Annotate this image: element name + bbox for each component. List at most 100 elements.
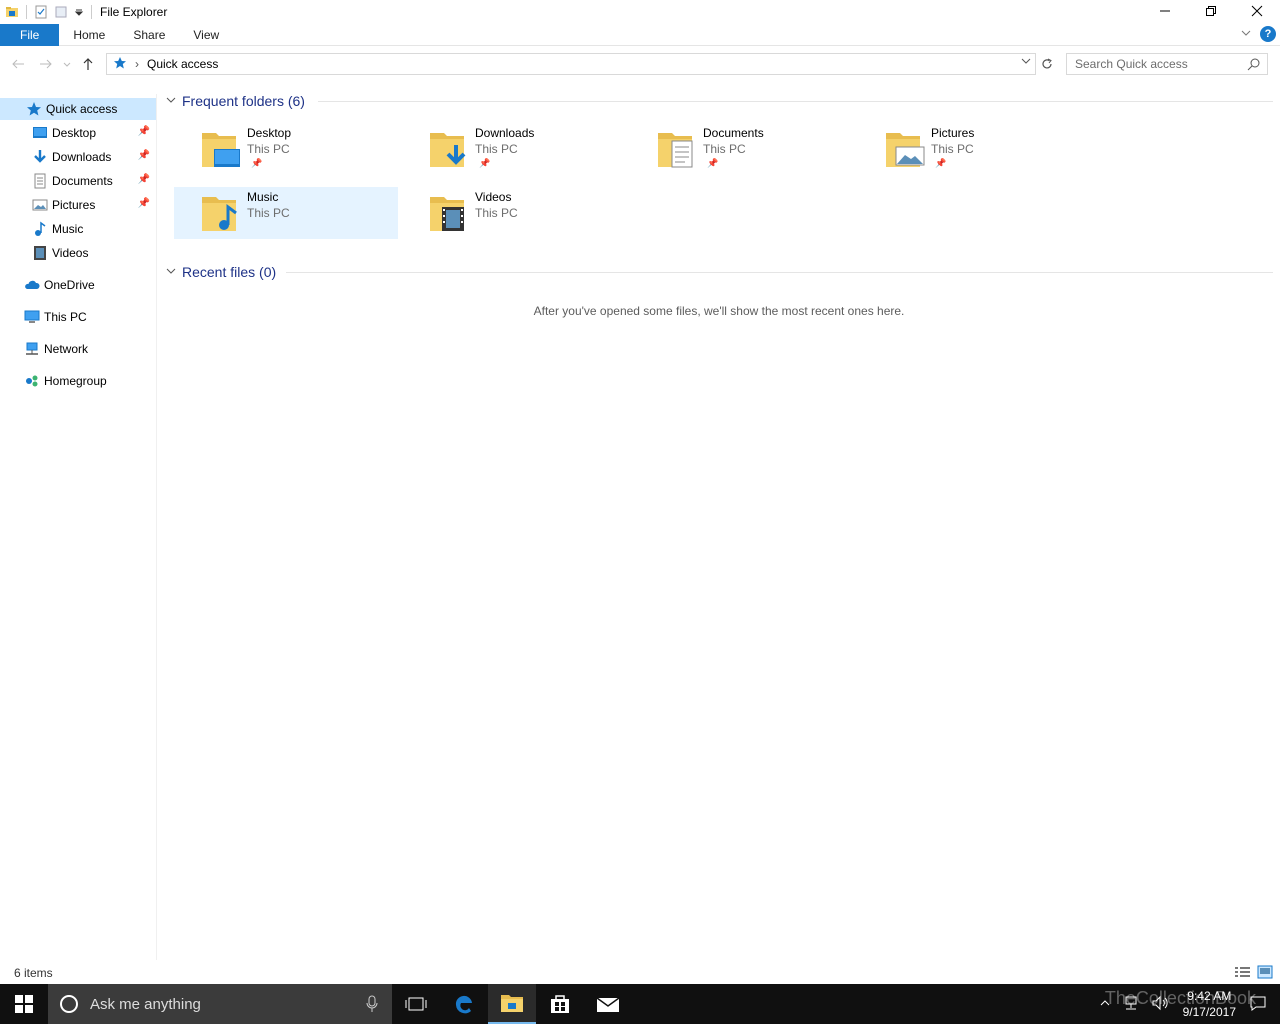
collapse-chevron-icon[interactable] [166, 266, 176, 279]
store-icon [551, 995, 569, 1013]
taskbar-edge[interactable] [440, 984, 488, 1024]
folder-location: This PC [475, 206, 518, 220]
breadcrumb-chevron-icon[interactable]: › [135, 57, 139, 71]
tab-view[interactable]: View [179, 24, 233, 46]
cortana-circle-icon [60, 995, 78, 1013]
minimize-button[interactable] [1142, 0, 1188, 22]
sidebar-item-label: OneDrive [44, 278, 95, 292]
address-row: › Quick access Search Quick access [0, 50, 1280, 78]
folder-tile-documents[interactable]: Documents This PC 📌 [630, 123, 854, 175]
desktop-icon [32, 125, 48, 141]
window-title: File Explorer [100, 5, 168, 19]
tab-share[interactable]: Share [119, 24, 179, 46]
sidebar-item-label: This PC [44, 310, 87, 324]
documents-icon [32, 173, 48, 189]
sidebar-item-label: Pictures [52, 198, 96, 212]
refresh-button[interactable] [1038, 53, 1056, 75]
title-bar: File Explorer [0, 0, 1280, 24]
search-input[interactable]: Search Quick access [1066, 53, 1268, 75]
details-view-icon[interactable] [1234, 965, 1252, 981]
up-button[interactable] [74, 52, 102, 76]
pin-icon: 📌 [707, 158, 719, 168]
file-explorer-icon [501, 995, 523, 1012]
address-bar[interactable]: › Quick access [106, 53, 1036, 75]
sidebar-item-videos[interactable]: Videos [0, 242, 156, 264]
system-tray: 9:42 AM 9/17/2017 TheCollectionBook [1093, 984, 1280, 1024]
sidebar-item-desktop[interactable]: Desktop 📌 [0, 122, 156, 144]
sidebar-item-label: Network [44, 342, 89, 356]
computer-icon [24, 309, 40, 325]
address-dropdown-chevron-icon[interactable] [1021, 56, 1031, 69]
cortana-search-box[interactable]: Ask me anything [48, 984, 392, 1024]
help-button[interactable]: ? [1260, 26, 1276, 42]
search-icon[interactable] [1247, 57, 1261, 74]
customize-toolbar-chevron-icon[interactable] [74, 5, 84, 19]
sidebar-item-downloads[interactable]: Downloads 📌 [0, 146, 156, 168]
folder-tile-desktop[interactable]: Desktop This PC 📌 [174, 123, 398, 175]
expand-ribbon-chevron-icon[interactable] [1240, 27, 1252, 42]
group-divider [318, 101, 1273, 102]
recent-locations-chevron-icon[interactable] [60, 52, 74, 76]
sidebar-item-network[interactable]: Network [0, 338, 156, 360]
forward-button[interactable] [32, 52, 60, 76]
start-button[interactable] [0, 984, 48, 1024]
file-explorer-app-icon[interactable] [5, 5, 19, 19]
folder-name: Videos [475, 190, 512, 204]
folder-name: Desktop [247, 126, 292, 140]
folder-tile-music[interactable]: Music This PC [174, 187, 398, 239]
music-folder-icon [200, 191, 244, 235]
back-button[interactable] [4, 52, 32, 76]
sidebar-item-pictures[interactable]: Pictures 📌 [0, 194, 156, 216]
sidebar-item-documents[interactable]: Documents 📌 [0, 170, 156, 192]
collapse-chevron-icon[interactable] [166, 95, 176, 108]
close-button[interactable] [1234, 0, 1280, 22]
tab-home[interactable]: Home [59, 24, 119, 46]
sidebar-item-this-pc[interactable]: This PC [0, 306, 156, 328]
sidebar-item-label: Videos [52, 246, 89, 260]
mail-icon [596, 997, 620, 1012]
taskbar-store[interactable] [536, 984, 584, 1024]
content-pane: Frequent folders (6) Desktop This PC 📌 D… [158, 88, 1280, 960]
folder-tile-videos[interactable]: Videos This PC [402, 187, 626, 239]
new-folder-icon[interactable] [54, 5, 68, 19]
group-header-label: Recent files (0) [182, 264, 277, 280]
large-icons-view-icon[interactable] [1256, 965, 1274, 981]
pin-icon: 📌 [935, 158, 947, 168]
folder-name: Documents [703, 126, 764, 140]
breadcrumb-location[interactable]: Quick access [147, 57, 218, 71]
folder-tile-downloads[interactable]: Downloads This PC 📌 [402, 123, 626, 175]
pictures-icon [32, 197, 48, 213]
group-header-label: Frequent folders (6) [182, 93, 305, 109]
folder-tile-pictures[interactable]: Pictures This PC 📌 [858, 123, 1082, 175]
sidebar-item-label: Music [52, 222, 84, 236]
sidebar-item-label: Documents [52, 174, 113, 188]
tab-file[interactable]: File [0, 23, 60, 46]
taskbar-file-explorer[interactable] [488, 984, 536, 1024]
pin-icon[interactable]: 📌 [138, 198, 150, 209]
restore-button[interactable] [1188, 0, 1234, 22]
taskbar-mail[interactable] [584, 984, 632, 1024]
network-icon [24, 341, 40, 357]
frequent-folders-header[interactable]: Frequent folders (6) [166, 93, 305, 109]
task-view-button[interactable] [392, 984, 440, 1024]
recent-files-header[interactable]: Recent files (0) [166, 264, 276, 280]
microphone-icon[interactable] [366, 995, 378, 1017]
quick-access-star-icon [26, 101, 42, 117]
pin-icon[interactable]: 📌 [138, 126, 150, 137]
sidebar-item-label: Homegroup [44, 374, 107, 388]
sidebar-item-onedrive[interactable]: OneDrive [0, 274, 156, 296]
properties-icon[interactable] [34, 5, 48, 19]
sidebar-item-quick-access[interactable]: Quick access [0, 98, 156, 120]
sidebar-item-homegroup[interactable]: Homegroup [0, 370, 156, 392]
folder-location: This PC [475, 142, 518, 156]
videos-folder-icon [428, 191, 472, 235]
sidebar-item-label: Quick access [46, 102, 118, 116]
sidebar-item-label: Downloads [52, 150, 112, 164]
sidebar-item-music[interactable]: Music [0, 218, 156, 240]
toolbar-separator [26, 5, 27, 19]
folder-location: This PC [931, 142, 974, 156]
pin-icon[interactable]: 📌 [138, 174, 150, 185]
pin-icon[interactable]: 📌 [138, 150, 150, 161]
downloads-folder-icon [428, 127, 472, 171]
cortana-placeholder: Ask me anything [90, 995, 201, 1013]
